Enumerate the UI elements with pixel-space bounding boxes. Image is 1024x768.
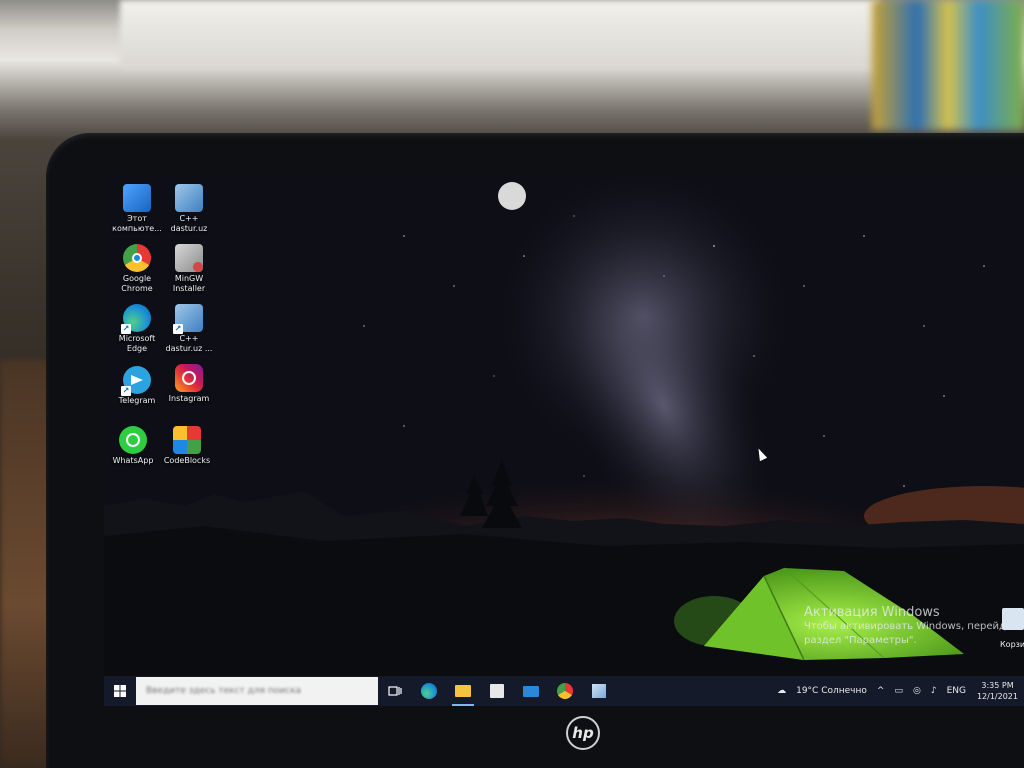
windows-activation-watermark: Активация Windows Чтобы активировать Win… [804,605,1024,648]
volume-icon[interactable]: ♪ [926,686,942,696]
computer-icon [123,184,151,212]
chrome-icon [557,683,573,699]
telegram-icon: ↗ [121,366,151,396]
desktop-icon-mingw-installer[interactable]: MinGW Installer [160,244,218,294]
windows-logo-icon [114,685,126,697]
laptop-screen: Этот компьюте... C++ dastur.uz Google Ch… [104,176,1024,706]
taskbar-app-button[interactable] [582,676,616,706]
desktop-icon-whatsapp[interactable]: WhatsApp [104,426,162,466]
recycle-bin-label: Корзи [1000,640,1024,649]
desktop-icon-this-computer[interactable]: Этот компьюте... [108,184,166,234]
folder-icon [455,685,471,697]
weather-text[interactable]: 19°C Солнечно [791,686,872,696]
store-icon [490,684,504,698]
desktop-icon-cpp-dastur[interactable]: C++ dastur.uz [160,184,218,234]
taskbar-mail-button[interactable] [514,676,548,706]
desktop-icon-cpp-dastur-shortcut[interactable]: ↗ C++ dastur.uz ... [160,304,218,354]
chevron-up-icon[interactable]: ^ [872,686,890,696]
taskbar-edge-button[interactable] [412,676,446,706]
search-input[interactable] [144,685,364,697]
activation-line1: Чтобы активировать Windows, перейдите [804,621,1024,632]
taskbar-search-box[interactable] [136,677,378,705]
edge-icon: ↗ [121,304,151,334]
start-button[interactable] [104,676,136,706]
clock-date: 12/1/2021 [976,692,1018,701]
desktop-icon-codeblocks[interactable]: CodeBlocks [158,426,216,466]
codeblocks-icon [173,426,201,454]
taskbar: ☁ 19°C Солнечно ^ ▭ ◎ ♪ ENG 3:35 PM 12/1… [104,676,1024,706]
recycle-bin-icon[interactable] [1002,608,1024,630]
taskbar-store-button[interactable] [480,676,514,706]
battery-icon[interactable]: ▭ [889,686,908,696]
background-bookshelf [872,0,1024,130]
cpp-installer-icon: ↗ [173,304,203,334]
mail-icon [523,685,539,697]
network-icon[interactable]: ◎ [908,686,926,696]
desktop-icon-google-chrome[interactable]: Google Chrome [108,244,166,294]
instagram-icon [175,364,203,392]
hp-logo-icon: hp [566,716,600,750]
activation-title: Активация Windows [804,605,940,620]
desktop-icon-telegram[interactable]: ↗ Telegram [108,366,166,406]
cpp-installer-icon [175,184,203,212]
chrome-icon [123,244,151,272]
mingw-icon [175,244,203,272]
clock-time: 3:35 PM [981,681,1014,690]
activation-line2: раздел "Параметры". [804,635,917,646]
language-indicator[interactable]: ENG [942,686,971,696]
clock[interactable]: 3:35 PM 12/1/2021 [971,680,1024,702]
installer-icon [592,684,606,698]
desktop-icon-instagram[interactable]: Instagram [160,364,218,404]
system-tray: ☁ 19°C Солнечно ^ ▭ ◎ ♪ ENG 3:35 PM 12/1… [772,676,1024,706]
desktop-icon-microsoft-edge[interactable]: ↗ Microsoft Edge [108,304,166,354]
whatsapp-icon [119,426,147,454]
task-view-button[interactable] [378,676,412,706]
edge-icon [421,683,437,699]
task-view-icon [388,686,402,696]
weather-icon[interactable]: ☁ [772,686,791,696]
background-window-glare [120,0,880,70]
taskbar-file-explorer-button[interactable] [446,676,480,706]
taskbar-chrome-button[interactable] [548,676,582,706]
